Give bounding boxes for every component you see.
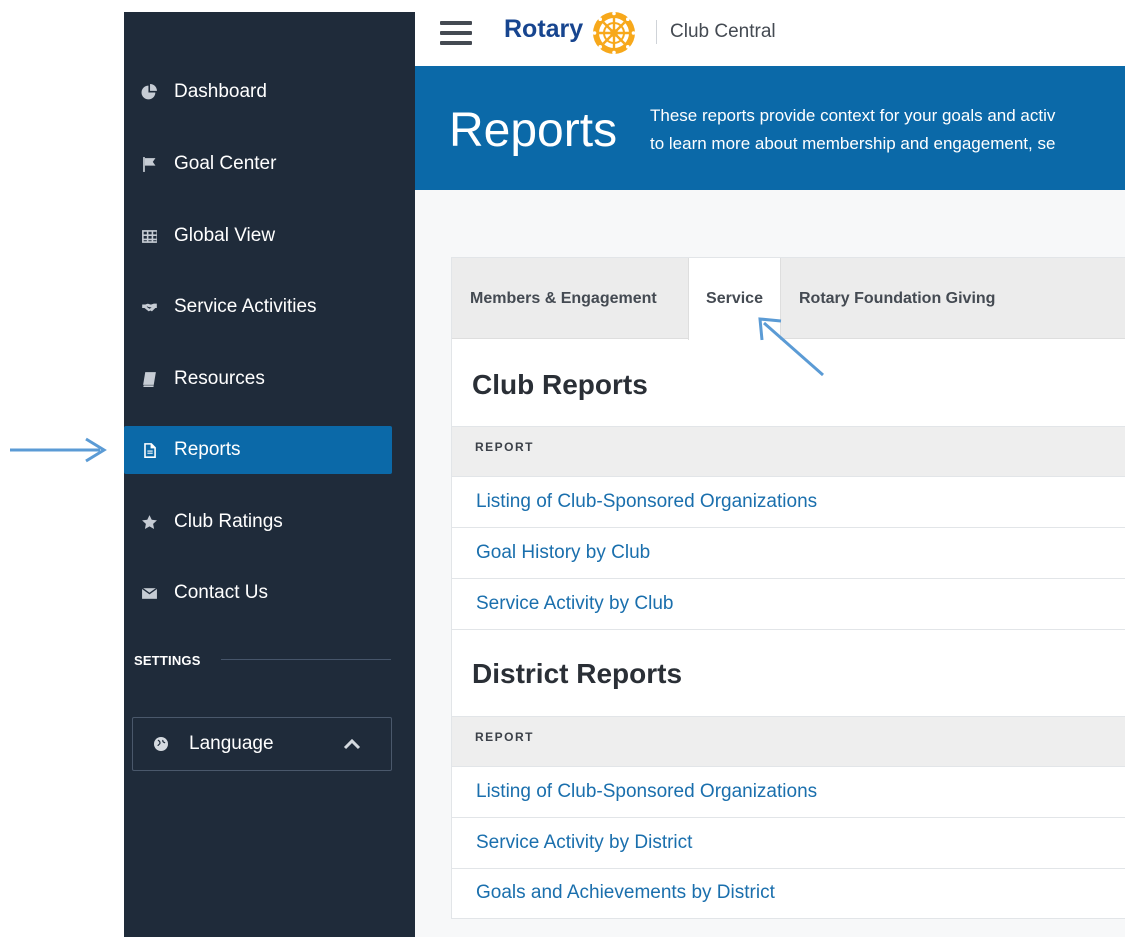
- sidebar-item-service-activities[interactable]: Service Activities: [124, 283, 392, 331]
- sidebar-item-label: Resources: [174, 368, 265, 389]
- flag-icon: [124, 156, 174, 173]
- hamburger-menu-icon[interactable]: [440, 21, 472, 45]
- table-row: Listing of Club-Sponsored Organizations: [452, 477, 1125, 528]
- page-banner: Reports These reports provide context fo…: [415, 66, 1125, 190]
- sidebar-item-label: Club Ratings: [174, 511, 283, 532]
- table-row: Goals and Achievements by District: [452, 868, 1125, 919]
- sidebar-item-label: Contact Us: [174, 582, 268, 603]
- sidebar-item-label: Service Activities: [174, 296, 317, 317]
- table-row: Service Activity by District: [452, 818, 1125, 869]
- grid-table-icon: [124, 228, 174, 245]
- report-link[interactable]: Service Activity by Club: [476, 593, 673, 615]
- envelope-icon: [124, 585, 174, 602]
- book-icon: [124, 371, 174, 388]
- district-reports-title: District Reports: [472, 658, 683, 689]
- sidebar: Dashboard Goal Center Global View Servic…: [124, 12, 415, 937]
- globe-icon: [133, 736, 189, 752]
- settings-heading: SETTINGS: [134, 653, 201, 668]
- star-icon: [124, 514, 174, 531]
- table-row: Service Activity by Club: [452, 579, 1125, 630]
- sidebar-item-goal-center[interactable]: Goal Center: [124, 140, 392, 188]
- language-label: Language: [189, 733, 274, 754]
- top-bar: Rotary Club Central: [415, 0, 1125, 66]
- district-reports-column-header: REPORT: [452, 716, 1125, 767]
- report-link[interactable]: Goals and Achievements by District: [476, 882, 775, 904]
- sidebar-item-label: Reports: [174, 439, 241, 460]
- chevron-up-icon: [343, 738, 361, 750]
- sidebar-item-label: Global View: [174, 225, 276, 246]
- sidebar-item-global-view[interactable]: Global View: [124, 212, 392, 260]
- report-link[interactable]: Listing of Club-Sponsored Organizations: [476, 781, 817, 803]
- banner-text-line: These reports provide context for your g…: [650, 106, 1056, 125]
- main-content: Members & Engagement Service Rotary Foun…: [415, 190, 1125, 937]
- brand-name: Rotary: [504, 15, 584, 43]
- report-link[interactable]: Service Activity by District: [476, 832, 692, 854]
- table-row: Listing of Club-Sponsored Organizations: [452, 767, 1125, 818]
- rotary-wheel-logo: [592, 11, 636, 55]
- page-title: Reports: [449, 104, 618, 157]
- table-row: Goal History by Club: [452, 528, 1125, 579]
- document-icon: [124, 442, 174, 459]
- club-reports-title: Club Reports: [472, 369, 648, 400]
- club-reports-column-header: REPORT: [452, 426, 1125, 477]
- language-selector[interactable]: Language: [132, 717, 392, 771]
- app-name: Club Central: [670, 21, 776, 42]
- brand-divider: [656, 20, 657, 44]
- annotation-arrow-right-icon: [10, 437, 107, 463]
- sidebar-item-contact-us[interactable]: Contact Us: [124, 569, 392, 617]
- pie-chart-icon: [124, 83, 174, 101]
- sidebar-item-label: Dashboard: [174, 81, 267, 102]
- column-label: REPORT: [475, 440, 535, 454]
- banner-text-line: to learn more about membership and engag…: [650, 134, 1056, 153]
- column-label: REPORT: [475, 730, 535, 744]
- sidebar-item-dashboard[interactable]: Dashboard: [124, 68, 392, 116]
- annotation-arrow-up-left-icon: [758, 317, 824, 377]
- report-link[interactable]: Goal History by Club: [476, 542, 650, 564]
- settings-divider: [221, 659, 391, 660]
- sidebar-item-label: Goal Center: [174, 153, 277, 174]
- sidebar-item-resources[interactable]: Resources: [124, 355, 392, 403]
- sidebar-item-club-ratings[interactable]: Club Ratings: [124, 498, 392, 546]
- sidebar-item-reports[interactable]: Reports: [124, 426, 392, 474]
- report-link[interactable]: Listing of Club-Sponsored Organizations: [476, 491, 817, 513]
- handshake-icon: [124, 299, 174, 316]
- banner-description: These reports provide context for your g…: [650, 102, 1120, 158]
- tab-members-engagement[interactable]: Members & Engagement: [470, 258, 657, 339]
